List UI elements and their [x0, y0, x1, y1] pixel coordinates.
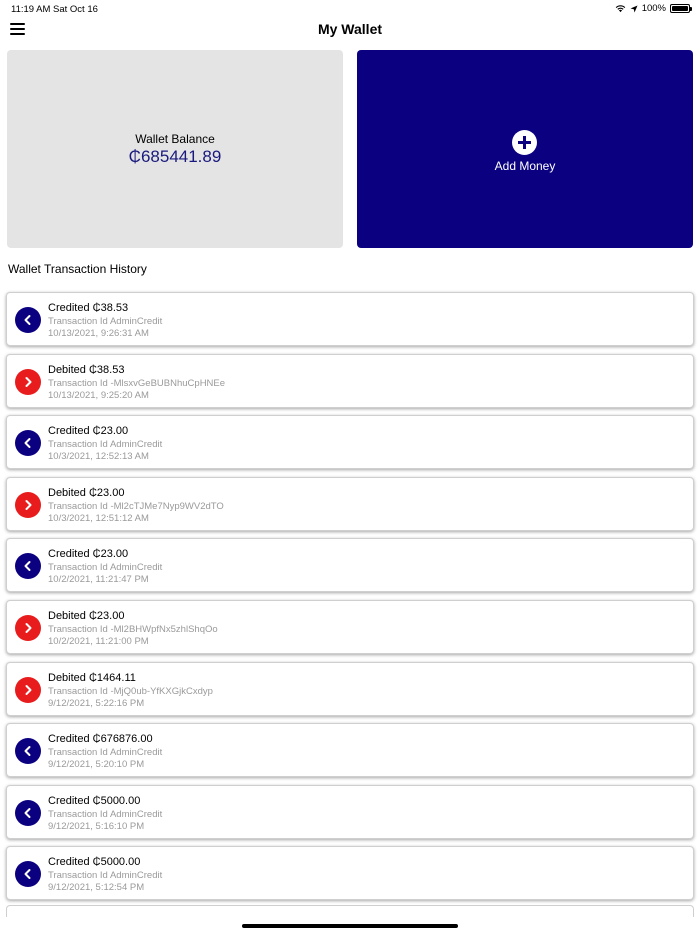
chevron-right-icon [15, 676, 41, 703]
transaction-date: 9/12/2021, 5:16:10 PM [48, 820, 145, 832]
transaction-date: 9/12/2021, 5:20:10 PM [48, 759, 145, 771]
wallet-balance-value: ₵685441.89 [128, 147, 222, 166]
transaction-date: 9/12/2021, 5:22:16 PM [48, 697, 145, 709]
transaction-date: 10/2/2021, 11:21:00 PM [48, 635, 149, 647]
chevron-right-icon [15, 368, 41, 395]
status-bar: 11:19 AM Sat Oct 16 100% [0, 0, 700, 18]
transaction-id: Transaction Id -MjQ0ub-YfKXGjkCxdyp [48, 685, 213, 697]
plus-circle-icon [512, 130, 537, 155]
add-money-button[interactable]: Add Money [357, 50, 693, 248]
location-icon [630, 5, 638, 12]
page-title: My Wallet [317, 21, 383, 37]
list-item[interactable]: Credited ₵5000.00 Transaction Id AdminCre… [6, 846, 694, 901]
chevron-left-icon [15, 799, 41, 826]
add-money-label: Add Money [494, 159, 556, 173]
transaction-date: 10/13/2021, 9:26:31 AM [48, 328, 149, 339]
transaction-id: Transaction Id AdminCredit [48, 316, 163, 327]
list-item[interactable]: Debited ₵23.00 Transaction Id -Ml2BHWpfNx… [6, 599, 694, 654]
list-item[interactable]: Credited ₵5000.00 Transaction Id AdminCre… [6, 784, 694, 839]
chevron-left-icon [15, 861, 41, 888]
wallet-balance-label: Wallet Balance [135, 132, 215, 146]
transaction-id: Transaction Id AdminCredit [48, 439, 163, 451]
transaction-id: Transaction Id AdminCredit [48, 747, 163, 759]
status-right: 100% [615, 3, 692, 14]
transaction-date: 10/13/2021, 9:25:20 AM [48, 389, 149, 401]
transaction-title: Debited ₵1464.11 [48, 671, 136, 684]
transaction-id: Transaction Id -MlsxvGeBUBNhuCpHNEe [48, 377, 226, 389]
battery-percent: 100% [641, 3, 666, 14]
transaction-title: Credited ₵23.00 [48, 425, 129, 438]
status-date: Sat Oct 16 [53, 4, 98, 15]
list-item[interactable]: Debited ₵38.53 Transaction Id -MlsxvGeBUB… [6, 353, 694, 408]
chevron-left-icon [15, 738, 41, 765]
list-item[interactable]: Credited ₵23.00 Transaction Id AdminCredi… [6, 415, 694, 470]
list-item[interactable]: Credited ₵23.00 Transaction Id AdminCredi… [6, 538, 694, 593]
transaction-title: Credited ₵23.00 [48, 548, 129, 561]
transaction-list[interactable]: Credited ₵38.53 Transaction Id AdminCredi… [6, 292, 694, 908]
transaction-history-title: Wallet Transaction History [8, 262, 147, 276]
chevron-right-icon [15, 491, 41, 518]
transaction-title: Debited ₵23.00 [48, 609, 125, 622]
list-item[interactable]: Credited ₵676876.00 Transaction Id AdminC… [6, 723, 694, 778]
transaction-id: Transaction Id AdminCredit [48, 870, 163, 882]
battery-icon [670, 4, 692, 13]
transaction-id: Transaction Id AdminCredit [48, 808, 163, 820]
wallet-balance-card: Wallet Balance ₵685441.89 [7, 50, 343, 248]
transaction-title: Credited ₵38.53 [48, 302, 129, 314]
chevron-left-icon [15, 430, 41, 457]
transaction-id: Transaction Id AdminCredit [48, 562, 163, 574]
transaction-title: Credited ₵676876.00 [48, 733, 153, 746]
transaction-date: 10/3/2021, 12:52:13 AM [48, 451, 149, 463]
list-item[interactable]: Debited ₵23.00 Transaction Id -Ml2cTJMe7N… [6, 476, 694, 531]
transaction-title: Debited ₵38.53 [48, 363, 125, 376]
transaction-title: Credited ₵5000.00 [48, 794, 141, 807]
wifi-icon [615, 5, 625, 13]
chevron-left-icon [15, 307, 41, 333]
header: My Wallet [0, 18, 700, 42]
transaction-id: Transaction Id -Ml2cTJMe7Nyp9WV2dTO [48, 500, 224, 512]
home-indicator [242, 924, 458, 928]
transaction-title: Debited ₵23.00 [48, 486, 125, 499]
list-item[interactable]: Debited ₵1464.11 Transaction Id -MjQ0ub-Y… [6, 661, 694, 716]
status-time: 11:19 AM [11, 4, 51, 15]
transaction-date: 10/2/2021, 11:21:47 PM [48, 574, 149, 586]
chevron-left-icon [15, 553, 41, 580]
transaction-date: 9/12/2021, 5:12:54 PM [48, 882, 145, 894]
list-item[interactable]: Credited ₵38.53 Transaction Id AdminCredi… [6, 292, 694, 346]
list-item-partial [6, 905, 694, 917]
transaction-date: 10/3/2021, 12:51:12 AM [48, 512, 149, 524]
transaction-id: Transaction Id -Ml2BHWpfNx5zhlShqOo [48, 623, 218, 635]
transaction-title: Credited ₵5000.00 [48, 856, 141, 869]
chevron-right-icon [15, 614, 41, 641]
